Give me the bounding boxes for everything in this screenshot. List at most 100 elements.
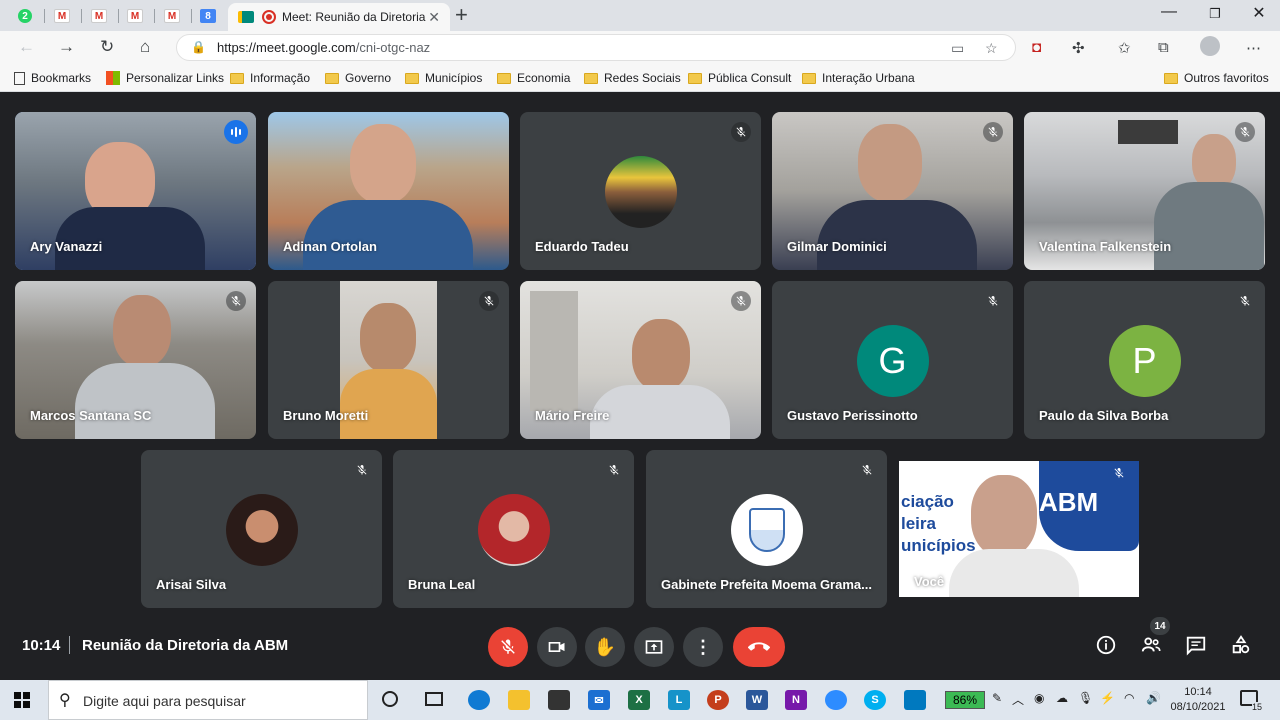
participant-name: Ary Vanazzi	[30, 239, 103, 254]
lync-icon[interactable]: L	[668, 690, 690, 710]
zoom-icon[interactable]	[825, 690, 847, 710]
skype-icon[interactable]: S	[864, 690, 886, 710]
wifi-icon[interactable]: ◠	[1124, 691, 1134, 705]
participants-button[interactable]	[1139, 633, 1163, 657]
close-tab-icon[interactable]: ✕	[428, 9, 440, 26]
meeting-info-button[interactable]	[1094, 633, 1118, 657]
participant-tile[interactable]: Ary Vanazzi	[15, 112, 256, 270]
address-bar[interactable]: 🔒 https://meet.google.com/cni-otgc-naz ▭…	[176, 34, 1016, 61]
bookmark-item[interactable]: Municípios	[405, 71, 482, 85]
participant-tile[interactable]: Marcos Santana SC	[15, 281, 256, 439]
chat-button[interactable]	[1184, 633, 1208, 657]
tab-whatsapp[interactable]: 2	[8, 4, 42, 28]
coat-of-arms-icon	[748, 508, 785, 552]
bookmark-item[interactable]: Informação	[230, 71, 310, 85]
bookmark-item[interactable]: Governo	[325, 71, 391, 85]
store-icon[interactable]	[548, 690, 570, 710]
recording-icon	[262, 10, 276, 24]
other-bookmarks[interactable]: Outros favoritos	[1164, 71, 1269, 85]
present-screen-button[interactable]	[634, 627, 674, 667]
participant-tile[interactable]: Adinan Ortolan	[268, 112, 509, 270]
cloud-icon[interactable]: ☁	[1056, 691, 1068, 705]
more-menu-icon[interactable]: ⋯	[1246, 39, 1261, 57]
bookmark-label: Interação Urbana	[822, 71, 915, 85]
cortana-icon[interactable]	[382, 691, 398, 707]
bookmark-item[interactable]: Economia	[497, 71, 570, 85]
meeting-control-bar: 10:14 Reunião da Diretoria da ABM ✋ ⋮	[0, 620, 1280, 680]
tab-gmail-3[interactable]: M	[118, 4, 152, 28]
forward-icon[interactable]: →	[58, 37, 75, 57]
participant-tile[interactable]: Bruna Leal	[393, 450, 634, 608]
url-text: https://meet.google.com/cni-otgc-naz	[217, 40, 430, 55]
bookmark-item[interactable]: Interação Urbana	[802, 71, 915, 85]
toggle-camera-button[interactable]	[537, 627, 577, 667]
url-host: https://meet.google.com	[217, 40, 356, 55]
mic-off-icon	[479, 291, 499, 311]
edge-icon[interactable]	[468, 690, 490, 710]
tray-app-icon[interactable]: ◉	[1034, 691, 1044, 705]
collections-icon[interactable]: ⧉	[1158, 39, 1169, 56]
home-icon[interactable]: ⌂	[140, 37, 150, 57]
mail-icon[interactable]: ✉	[588, 690, 610, 710]
tab-calendar[interactable]: 8	[191, 4, 225, 28]
minimize-icon[interactable]: —	[1146, 3, 1192, 21]
more-options-button[interactable]: ⋮	[683, 627, 723, 667]
leave-call-button[interactable]	[733, 627, 785, 667]
powerpoint-icon[interactable]: P	[707, 690, 729, 710]
mic-off-icon	[352, 460, 372, 480]
bookmark-item[interactable]: Bookmarks	[14, 71, 91, 85]
participant-tile[interactable]: Valentina Falkenstein	[1024, 112, 1265, 270]
new-tab-icon[interactable]: +	[455, 4, 468, 26]
mic-tray-icon[interactable]: 🎙	[1078, 691, 1093, 705]
activities-button[interactable]	[1229, 633, 1253, 657]
extension-pocket-icon[interactable]: ◘	[1032, 39, 1041, 56]
taskbar-clock[interactable]: 10:14 08/10/2021	[1166, 685, 1230, 715]
meet-icon	[238, 11, 254, 23]
tab-gmail-2[interactable]: M	[82, 4, 116, 28]
reload-icon[interactable]: ↻	[100, 37, 114, 57]
tab-gmail-1[interactable]: M	[45, 4, 79, 28]
folder-icon	[497, 72, 511, 84]
back-icon[interactable]: ←	[18, 37, 35, 57]
camera-icon[interactable]: ▭	[951, 40, 964, 57]
self-view-tile[interactable]: ABM ciação leira unicípios Você	[899, 461, 1139, 597]
participant-tile[interactable]: Gilmar Dominici	[772, 112, 1013, 270]
extensions-icon[interactable]: ✣	[1072, 39, 1085, 57]
word-icon[interactable]: W	[746, 690, 768, 710]
battery-indicator[interactable]: 86%	[945, 691, 985, 709]
participant-tile[interactable]: G Gustavo Perissinotto	[772, 281, 1013, 439]
pen-icon[interactable]: ✎	[992, 691, 1002, 705]
volume-icon[interactable]: 🔊	[1146, 691, 1161, 705]
tab-meet-active[interactable]: Meet: Reunião da Diretoria ✕	[228, 3, 450, 31]
toggle-mic-button[interactable]	[488, 627, 528, 667]
raise-hand-button[interactable]: ✋	[585, 627, 625, 667]
start-button[interactable]	[14, 692, 30, 708]
participant-tile[interactable]: Bruno Moretti	[268, 281, 509, 439]
participant-tile[interactable]: Gabinete Prefeita Moema Grama...	[646, 450, 887, 608]
maximize-icon[interactable]: ❐	[1192, 6, 1238, 22]
show-hidden-icons[interactable]: ︿	[1012, 691, 1024, 708]
trello-icon[interactable]	[904, 690, 926, 710]
bookmark-item[interactable]: Pública Consult	[688, 71, 791, 85]
profile-avatar[interactable]	[1200, 36, 1220, 56]
file-explorer-icon[interactable]	[508, 690, 530, 710]
participant-tile[interactable]: P Paulo da Silva Borba	[1024, 281, 1265, 439]
participant-tile[interactable]: Eduardo Tadeu	[520, 112, 761, 270]
favorites-icon[interactable]: ✩	[1118, 39, 1131, 57]
excel-icon[interactable]: X	[628, 690, 650, 710]
bookmark-label: Pública Consult	[708, 71, 792, 85]
task-view-icon[interactable]	[425, 692, 443, 706]
whatsapp-icon: 2	[18, 9, 32, 23]
close-window-icon[interactable]: ✕	[1236, 3, 1280, 23]
onenote-icon[interactable]: N	[785, 690, 807, 710]
folder-icon	[688, 72, 702, 84]
tab-gmail-4[interactable]: M	[155, 4, 189, 28]
taskbar-search-box[interactable]: ⚲ Digite aqui para pesquisar	[48, 680, 368, 720]
participant-name: Gilmar Dominici	[787, 239, 887, 254]
power-plug-icon[interactable]: ⚡	[1100, 691, 1115, 705]
participant-tile[interactable]: Arisai Silva	[141, 450, 382, 608]
bookmark-item[interactable]: Personalizar Links	[106, 71, 224, 85]
favorite-star-icon[interactable]: ☆	[985, 40, 998, 57]
bookmark-item[interactable]: Redes Sociais	[584, 71, 681, 85]
participant-tile[interactable]: Mário Freire	[520, 281, 761, 439]
